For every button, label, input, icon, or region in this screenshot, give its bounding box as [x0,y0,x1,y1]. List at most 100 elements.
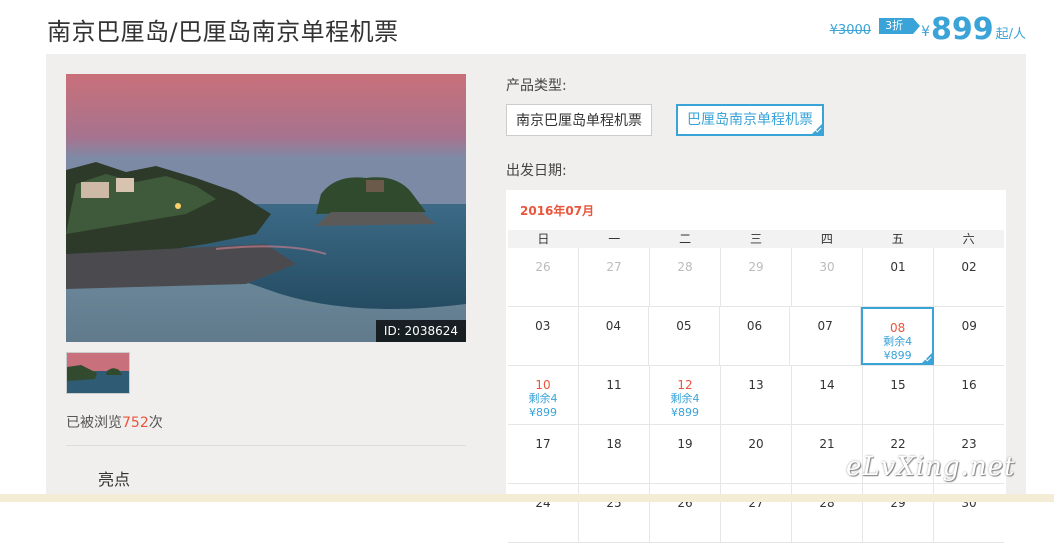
calendar-day-number: 16 [961,378,977,392]
calendar-day-number: 18 [606,437,622,451]
calendar-day: 16 [934,366,1004,424]
calendar-week-row: 03 04 05 06 07 08 剩余4 ¥899 09 [508,307,1004,366]
calendar-day-number: 07 [817,319,833,333]
calendar-day-number: 02 [961,260,977,274]
calendar-month: 2016年07月 [520,204,595,218]
views-suffix: 次 [148,415,163,431]
weekday-fri: 五 [891,232,904,246]
calendar-day: 29 [721,248,792,306]
calendar-day-number: 01 [890,260,906,274]
calendar-day: 18 [579,425,650,483]
weekday-tue: 二 [679,232,692,246]
calendar-day: 13 [721,366,792,424]
page-title: 南京巴厘岛/巴厘岛南京单程机票 [47,18,399,46]
calendar-day: 02 [934,248,1004,306]
calendar-day: 17 [508,425,579,483]
calendar-day-number: 03 [535,319,551,333]
calendar-day-stock: 剩余4 [670,392,700,405]
calendar-day-number: 19 [677,437,693,451]
product-panel: ID: 2038624 已被浏览752次 亮点 产品类型: 南京巴厘岛单程机票 … [46,54,1026,543]
views-prefix: 已被浏览 [66,415,122,431]
calendar-day: 25 [579,484,650,542]
price-value: 899 [930,12,994,47]
calendar-day-number: 10 [535,378,551,392]
calendar-day: 26 [508,248,579,306]
calendar-day-number: 29 [748,260,764,274]
calendar-day-price: ¥899 [529,406,557,419]
calendar-day-available[interactable]: 12 剩余4 ¥899 [650,366,721,424]
calendar-day: 27 [579,248,650,306]
calendar-day: 30 [934,484,1004,542]
calendar-day-number: 28 [677,260,693,274]
weekday-sun: 日 [537,232,550,246]
weekday-thu: 四 [820,232,833,246]
views-count: 752 [122,415,149,431]
main-photo[interactable]: ID: 2038624 [66,74,466,342]
calendar-day-number: 30 [819,260,835,274]
calendar-day: 03 [508,307,579,365]
calendar-day-number: 09 [961,319,977,333]
product-type-option-label: 巴厘岛南京单程机票 [687,112,813,128]
calendar-day: 27 [721,484,792,542]
calendar-day: 04 [579,307,650,365]
calendar-day-number: 17 [535,437,551,451]
current-price: ¥ 899 起/人 [921,14,1026,46]
product-type-label: 产品类型: [506,78,567,94]
discount-badge: 3折 [879,18,921,34]
original-price: ¥3000 [829,23,872,38]
calendar-day: 28 [650,248,721,306]
calendar-day: 24 [508,484,579,542]
selected-check-icon [920,351,935,365]
calendar-week-row: 10 剩余4 ¥899 11 12 剩余4 ¥899 13 14 15 16 [508,366,1004,425]
bali-temple-photo [66,74,466,342]
calendar-day: 15 [863,366,934,424]
calendar-day-number: 22 [890,437,906,451]
thumbnail-image [67,353,129,393]
weekday-sat: 六 [962,232,975,246]
highlights-heading: 亮点 [98,470,131,489]
calendar-day-stock: 剩余4 [528,392,558,405]
calendar-day-number: 04 [605,319,621,333]
photo-thumbnail[interactable] [66,352,130,394]
product-type-option-nanjing-bali[interactable]: 南京巴厘岛单程机票 [506,104,652,136]
calendar-weekday-header: 日 一 二 三 四 五 六 [508,230,1004,248]
calendar-day: 19 [650,425,721,483]
weekday-mon: 一 [608,232,621,246]
calendar-day: 09 [934,307,1004,365]
calendar-day: 30 [792,248,863,306]
view-counter: 已被浏览752次 [66,412,163,432]
calendar-day-number: 15 [890,378,906,392]
calendar-day-number: 26 [535,260,551,274]
calendar-day: 06 [720,307,791,365]
product-type-option-bali-nanjing[interactable]: 巴厘岛南京单程机票 [676,104,824,136]
calendar-week-row: 24 25 26 27 28 29 30 [508,484,1004,543]
calendar-day: 26 [650,484,721,542]
price-unit: 起/人 [995,27,1026,42]
calendar-day: 29 [863,484,934,542]
calendar-day: 07 [790,307,861,365]
calendar-day-number: 14 [819,378,835,392]
calendar-day-number: 08 [890,321,906,335]
calendar-day-number: 13 [748,378,764,392]
product-type-option-label: 南京巴厘岛单程机票 [516,113,642,129]
calendar-day-available[interactable]: 10 剩余4 ¥899 [508,366,579,424]
calendar-day: 20 [721,425,792,483]
calendar-day-number: 20 [748,437,764,451]
calendar-day-price: ¥899 [671,406,699,419]
calendar-day-available[interactable]: 08 剩余4 ¥899 [860,307,935,365]
currency-symbol: ¥ [921,24,930,40]
calendar-day-number: 11 [606,378,622,392]
price-area: ¥3000 3折 ¥ 899 起/人 [830,10,1026,46]
calendar-day-number: 05 [676,319,692,333]
departure-date-label: 出发日期: [506,163,567,179]
calendar-day-number: 27 [606,260,622,274]
calendar-day: 11 [579,366,650,424]
calendar-day-number: 12 [677,378,693,392]
selected-check-icon [810,122,824,136]
calendar-day-number: 06 [746,319,763,333]
calendar-day: 14 [792,366,863,424]
calendar-day: 05 [649,307,720,365]
calendar-day: 28 [792,484,863,542]
page-bottom-bar [0,494,1054,502]
section-divider [66,445,466,446]
